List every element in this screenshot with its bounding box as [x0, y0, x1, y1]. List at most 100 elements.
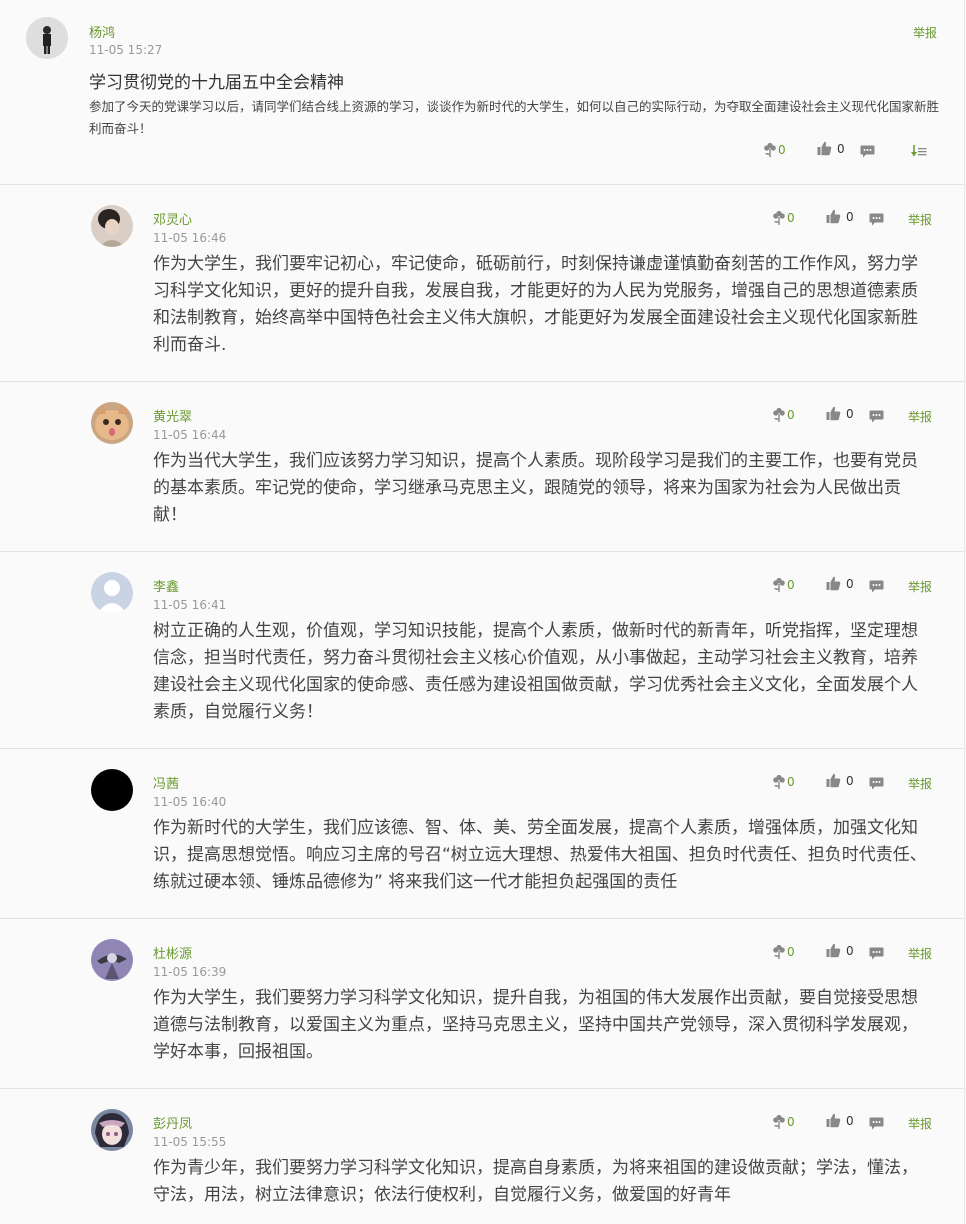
- flower-button[interactable]: 0: [772, 1114, 795, 1129]
- like-button[interactable]: 0: [826, 1113, 854, 1128]
- flower-icon: [773, 210, 785, 225]
- report-link[interactable]: 举报: [913, 24, 937, 41]
- flower-button[interactable]: 0: [772, 774, 795, 789]
- like-count: 0: [846, 406, 854, 421]
- like-button[interactable]: 0: [826, 209, 854, 224]
- thumbs-up-icon: [817, 141, 832, 156]
- flower-count: 0: [787, 1114, 795, 1129]
- sort-down-icon: [911, 145, 927, 157]
- reply-time: 11-05 16:44: [153, 428, 227, 442]
- reply-author[interactable]: 冯茜: [153, 773, 179, 792]
- flower-count: 0: [787, 774, 795, 789]
- reply-time: 11-05 16:40: [153, 795, 227, 809]
- flower-icon: [764, 142, 776, 157]
- sort-button[interactable]: [911, 145, 927, 158]
- reply-avatar[interactable]: [91, 572, 133, 614]
- reply-content: 作为青少年，我们要努力学习科学文化知识，提高自身素质，为将来祖国的建设做贡献；学…: [153, 1158, 918, 1205]
- flower-icon: [773, 407, 785, 422]
- reply-content: 作为当代大学生，我们应该努力学习知识，提高个人素质。现阶段学习是我们的主要工作，…: [153, 451, 918, 525]
- like-count: 0: [837, 141, 845, 156]
- flower-count: 0: [787, 577, 795, 592]
- comment-button[interactable]: [869, 1117, 884, 1130]
- like-count: 0: [846, 576, 854, 591]
- reply-author[interactable]: 杜彬源: [153, 943, 192, 962]
- flower-button[interactable]: 0: [763, 142, 786, 157]
- like-button[interactable]: 0: [826, 576, 854, 591]
- comment-icon: [869, 947, 884, 960]
- report-link[interactable]: 举报: [908, 578, 932, 595]
- like-button[interactable]: 0: [817, 141, 845, 156]
- flower-button[interactable]: 0: [772, 577, 795, 592]
- flower-count: 0: [787, 407, 795, 422]
- reply-content: 作为新时代的大学生，我们应该德、智、体、美、劳全面发展，提高个人素质，增强体质，…: [153, 818, 927, 892]
- like-button[interactable]: 0: [826, 943, 854, 958]
- report-link[interactable]: 举报: [908, 775, 932, 792]
- flower-icon: [773, 944, 785, 959]
- like-count: 0: [846, 943, 854, 958]
- reply-content: 作为大学生，我们要牢记初心，牢记使命，砥砺前行，时刻保持谦虚谨慎勤奋刻苦的工作作…: [153, 254, 918, 355]
- reply-item: 彭丹凤 11-05 15:55 0 0 举报 作为青少年，我们要努力学习科学文化…: [0, 1089, 965, 1224]
- flower-button[interactable]: 0: [772, 210, 795, 225]
- comment-button[interactable]: [869, 947, 884, 960]
- reply-item: 黄光翠 11-05 16:44 0 0 举报 作为当代大学生，我们应该努力学习知…: [0, 382, 965, 552]
- reply-avatar[interactable]: [91, 402, 133, 444]
- comment-icon: [869, 213, 884, 226]
- report-link[interactable]: 举报: [908, 945, 932, 962]
- like-count: 0: [846, 773, 854, 788]
- flower-count: 0: [787, 210, 795, 225]
- reply-item: 冯茜 11-05 16:40 0 0 举报 作为新时代的大学生，我们应该德、智、…: [0, 749, 965, 919]
- like-count: 0: [846, 1113, 854, 1128]
- reply-content: 树立正确的人生观，价值观，学习知识技能，提高个人素质，做新时代的新青年，听党指挥…: [153, 621, 918, 722]
- thumbs-up-icon: [826, 943, 841, 958]
- post-title: 学习贯彻党的十九届五中全会精神: [89, 73, 344, 93]
- like-button[interactable]: 0: [826, 406, 854, 421]
- report-link[interactable]: 举报: [908, 1115, 932, 1132]
- flower-count: 0: [787, 944, 795, 959]
- like-count: 0: [846, 209, 854, 224]
- reply-avatar[interactable]: [91, 205, 133, 247]
- author-name[interactable]: 杨鸿: [89, 22, 115, 41]
- report-link[interactable]: 举报: [908, 211, 932, 228]
- reply-author[interactable]: 彭丹凤: [153, 1113, 192, 1132]
- comment-button[interactable]: [869, 580, 884, 593]
- post-body: 参加了今天的党课学习以后，请同学们结合线上资源的学习，谈谈作为新时代的大学生，如…: [89, 99, 940, 136]
- comment-button[interactable]: [869, 213, 884, 226]
- flower-button[interactable]: 0: [772, 407, 795, 422]
- comment-icon: [869, 410, 884, 423]
- reply-time: 11-05 16:39: [153, 965, 227, 979]
- discussion-page: 杨鸿 11-05 15:27 举报 学习贯彻党的十九届五中全会精神 参加了今天的…: [0, 0, 966, 1224]
- flower-count: 0: [778, 142, 786, 157]
- author-avatar[interactable]: [26, 17, 68, 59]
- thumbs-up-icon: [826, 406, 841, 421]
- comment-button[interactable]: [860, 145, 875, 158]
- thumbs-up-icon: [826, 209, 841, 224]
- flower-icon: [773, 577, 785, 592]
- comment-button[interactable]: [869, 777, 884, 790]
- comment-button[interactable]: [869, 410, 884, 423]
- report-link[interactable]: 举报: [908, 408, 932, 425]
- reply-time: 11-05 16:46: [153, 231, 227, 245]
- reply-author[interactable]: 邓灵心: [153, 209, 192, 228]
- flower-button[interactable]: 0: [772, 944, 795, 959]
- thumbs-up-icon: [826, 576, 841, 591]
- reply-time: 11-05 15:55: [153, 1135, 227, 1149]
- main-post: 杨鸿 11-05 15:27 举报 学习贯彻党的十九届五中全会精神 参加了今天的…: [0, 0, 965, 185]
- reply-avatar[interactable]: [91, 1109, 133, 1151]
- comment-icon: [869, 777, 884, 790]
- comment-icon: [869, 1117, 884, 1130]
- thumbs-up-icon: [826, 1113, 841, 1128]
- reply-item: 杜彬源 11-05 16:39 0 0 举报 作为大学生，我们要努力学习科学文化…: [0, 919, 965, 1089]
- reply-time: 11-05 16:41: [153, 598, 227, 612]
- flower-icon: [773, 774, 785, 789]
- post-time: 11-05 15:27: [89, 43, 163, 57]
- thumbs-up-icon: [826, 773, 841, 788]
- reply-author[interactable]: 黄光翠: [153, 406, 192, 425]
- reply-content: 作为大学生，我们要努力学习科学文化知识，提升自我，为祖国的伟大发展作出贡献，要自…: [153, 988, 918, 1062]
- flower-icon: [773, 1114, 785, 1129]
- reply-avatar[interactable]: [91, 939, 133, 981]
- reply-avatar[interactable]: [91, 769, 133, 811]
- comment-icon: [869, 580, 884, 593]
- reply-author[interactable]: 李鑫: [153, 576, 179, 595]
- like-button[interactable]: 0: [826, 773, 854, 788]
- reply-item: 李鑫 11-05 16:41 0 0 举报 树立正确的人生观，价值观，学习知识技…: [0, 552, 965, 749]
